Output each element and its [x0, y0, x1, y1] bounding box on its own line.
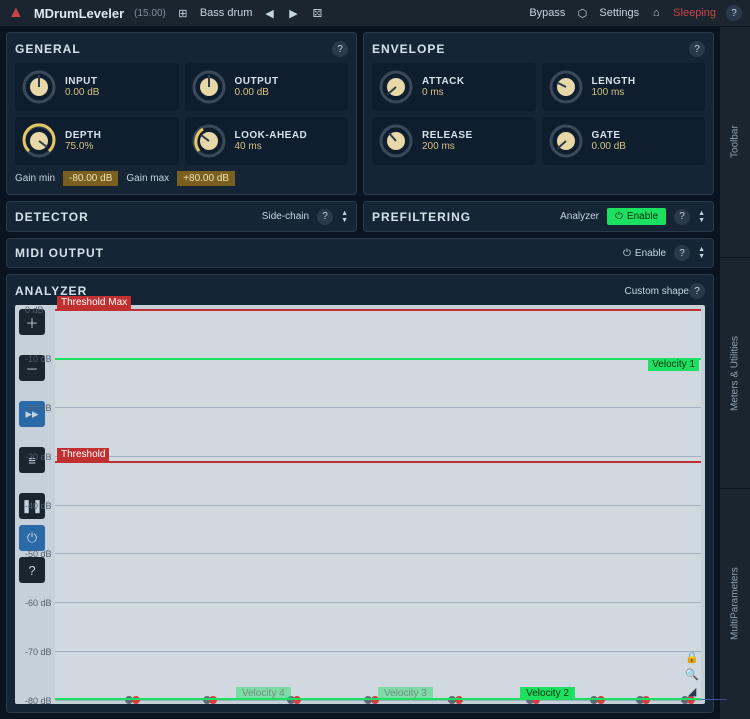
db-tick: -30 dB — [25, 452, 52, 462]
db-tick: -40 dB — [25, 501, 52, 511]
home-icon[interactable]: ⌂ — [649, 6, 663, 20]
velocity1-label[interactable]: Velocity 1 — [648, 358, 699, 371]
top-bar: ▲ MDrumLeveler (15.00) ⊞ Bass drum ◀ ▶ ⚄… — [0, 0, 750, 26]
help-icon[interactable]: ? — [726, 5, 742, 21]
prefiltering-title: PREFILTERING — [372, 210, 471, 224]
output-knob[interactable]: OUTPUT0.00 dB — [185, 63, 349, 111]
expand-arrows-icon[interactable]: ▲▼ — [341, 210, 348, 224]
dice-icon[interactable]: ⚄ — [310, 6, 324, 20]
tab-toolbar[interactable]: Toolbar — [720, 26, 750, 257]
db-tick: 0 dB — [25, 305, 44, 315]
midi-title: MIDI OUTPUT — [15, 246, 104, 260]
app-version: (15.00) — [134, 8, 166, 19]
resize-icon[interactable]: ◢ — [688, 685, 696, 698]
next-icon[interactable]: ▶ — [286, 6, 300, 20]
velocity4-label[interactable]: Velocity 4 — [236, 687, 291, 700]
tab-meters[interactable]: Meters & Utilities — [720, 257, 750, 488]
prefiltering-section: PREFILTERING Analyzer ⏻Enable ? ▲▼ — [363, 201, 714, 232]
power-icon: ⏻ — [623, 248, 631, 259]
length-knob[interactable]: LENGTH100 ms — [542, 63, 706, 111]
detector-title: DETECTOR — [15, 210, 89, 224]
lock-icon[interactable]: 🔒 — [685, 651, 699, 664]
gain-max-value[interactable]: +80.00 dB — [177, 171, 235, 186]
gate-knob[interactable]: GATE0.00 dB — [542, 117, 706, 165]
prefilter-enable-button[interactable]: ⏻Enable — [607, 208, 666, 225]
db-tick: -70 dB — [25, 647, 52, 657]
lookahead-knob[interactable]: LOOK-AHEAD40 ms — [185, 117, 349, 165]
expand-arrows-icon[interactable]: ▲▼ — [698, 210, 705, 224]
shield-icon[interactable]: ⬡ — [575, 6, 589, 20]
tab-multiparams[interactable]: MultiParameters — [720, 488, 750, 719]
expand-arrows-icon[interactable]: ▲▼ — [698, 246, 705, 260]
sleeping-label: Sleeping — [673, 7, 716, 19]
db-tick: -50 dB — [25, 549, 52, 559]
analyzer-plot[interactable]: 0 dB-10 dB-20 dB-30 dB-40 dB-50 dB-60 dB… — [55, 309, 701, 700]
prev-icon[interactable]: ◀ — [262, 6, 276, 20]
right-sidebar: Toolbar Meters & Utilities MultiParamete… — [720, 26, 750, 719]
db-tick: -20 dB — [25, 403, 52, 413]
db-tick: -10 dB — [25, 354, 52, 364]
gain-max-label: Gain max — [126, 173, 169, 184]
power-icon: ⏻ — [615, 211, 623, 222]
magnify-icon[interactable]: 🔍 — [685, 668, 699, 681]
detector-section: DETECTOR Side-chain ? ▲▼ — [6, 201, 357, 232]
db-tick: -80 dB — [25, 696, 52, 706]
general-panel: GENERAL ? INPUT0.00 dB OUTPUT0.00 dB DEP… — [6, 32, 357, 195]
threshold-label[interactable]: Threshold — [57, 448, 109, 461]
sidechain-button[interactable]: Side-chain — [262, 211, 309, 222]
velocity3-label[interactable]: Velocity 3 — [378, 687, 433, 700]
velocity2-label[interactable]: Velocity 2 — [520, 687, 575, 700]
threshold-max-label[interactable]: Threshold Max — [57, 296, 131, 309]
envelope-title: ENVELOPE — [372, 42, 445, 56]
settings-button[interactable]: Settings — [599, 7, 639, 19]
analyzer-label[interactable]: Analyzer — [560, 211, 599, 222]
power-icon[interactable]: ⏻ — [19, 525, 45, 551]
attack-knob[interactable]: ATTACK0 ms — [372, 63, 536, 111]
preset-name[interactable]: Bass drum — [200, 7, 253, 19]
gain-min-value[interactable]: -80.00 dB — [63, 171, 118, 186]
help-icon[interactable]: ? — [674, 209, 690, 225]
envelope-panel: ENVELOPE ? ATTACK0 ms LENGTH100 ms RELEA… — [363, 32, 714, 195]
release-knob[interactable]: RELEASE200 ms — [372, 117, 536, 165]
help-icon[interactable]: ? — [689, 283, 705, 299]
help-icon[interactable]: ? — [19, 557, 45, 583]
depth-knob[interactable]: DEPTH75.0% — [15, 117, 179, 165]
midi-enable-button[interactable]: ⏻Enable — [623, 248, 666, 259]
gain-min-label: Gain min — [15, 173, 55, 184]
analyzer-panel: ANALYZER Custom shape ? ＋ － ▸▸ ≡ ❚❚ ⏻ ? … — [6, 274, 714, 713]
input-knob[interactable]: INPUT0.00 dB — [15, 63, 179, 111]
help-icon[interactable]: ? — [674, 245, 690, 261]
app-title: MDrumLeveler — [34, 6, 124, 21]
grid-icon[interactable]: ⊞ — [176, 6, 190, 20]
bypass-button[interactable]: Bypass — [529, 7, 565, 19]
midi-output-section: MIDI OUTPUT ⏻Enable ? ▲▼ — [6, 238, 714, 268]
help-icon[interactable]: ? — [332, 41, 348, 57]
general-title: GENERAL — [15, 42, 81, 56]
logo-icon: ▲ — [8, 4, 24, 22]
custom-shape-button[interactable]: Custom shape — [625, 286, 689, 297]
help-icon[interactable]: ? — [317, 209, 333, 225]
db-tick: -60 dB — [25, 598, 52, 608]
help-icon[interactable]: ? — [689, 41, 705, 57]
